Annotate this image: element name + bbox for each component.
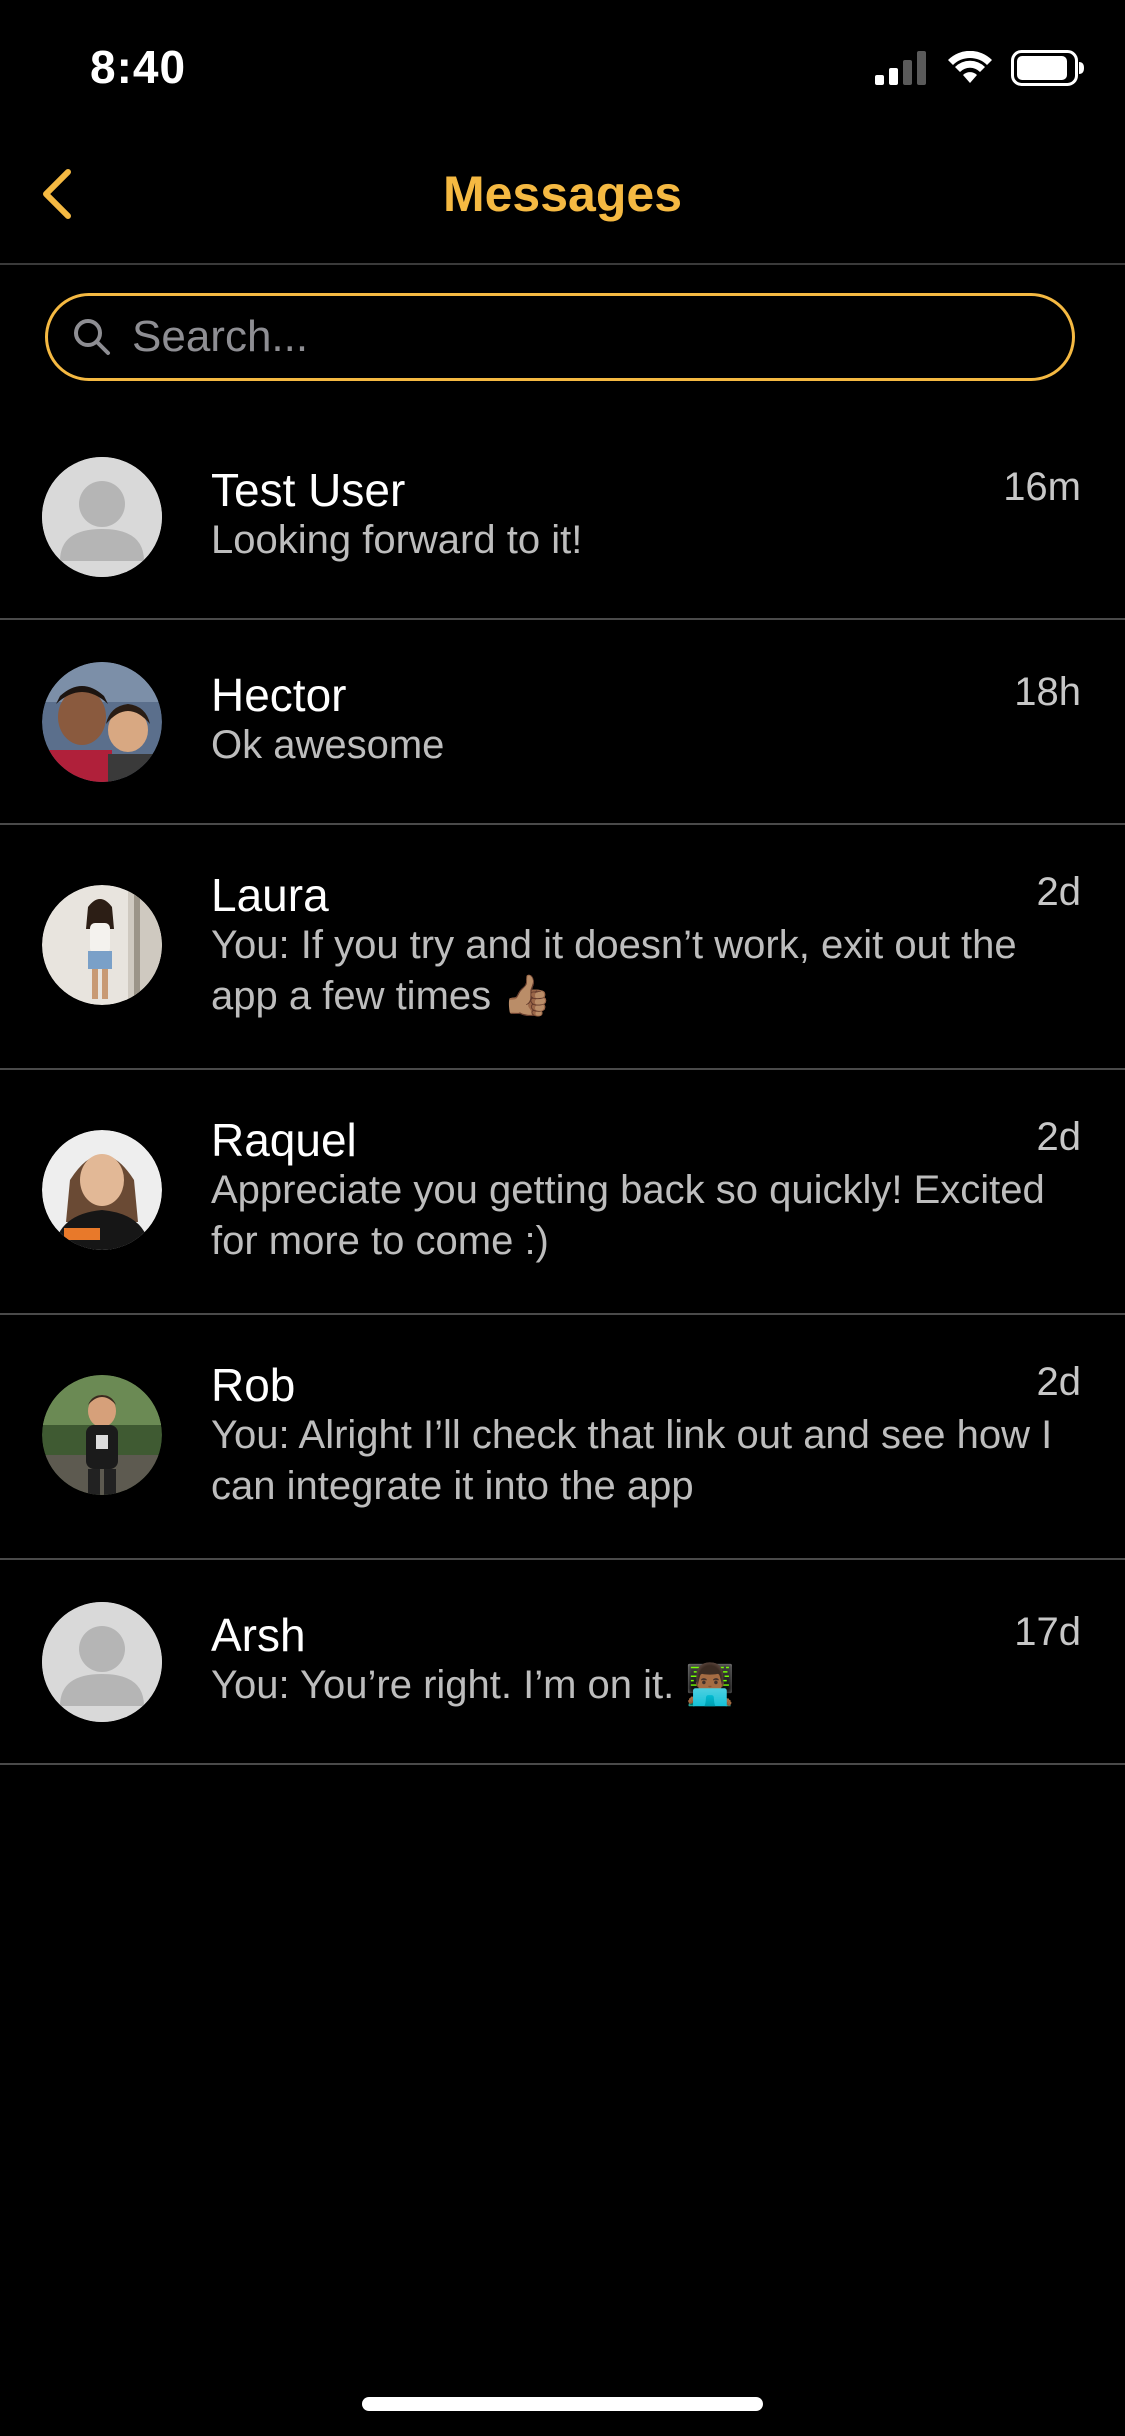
message-preview: You: You’re right. I’m on it. 👨🏾‍💻 xyxy=(211,1663,736,1707)
message-time: 17d xyxy=(1014,1610,1081,1654)
avatar xyxy=(42,662,162,782)
conversation-row[interactable]: Hector Ok awesome 18h xyxy=(0,620,1125,825)
conversation-row[interactable]: Test User Looking forward to it! 16m xyxy=(0,415,1125,620)
avatar xyxy=(42,885,162,1005)
message-time: 2d xyxy=(1036,870,1082,914)
avatar xyxy=(42,457,162,577)
conversation-row[interactable]: Laura You: If you try and it doesn’t wor… xyxy=(0,825,1125,1070)
message-preview: Looking forward to it! xyxy=(211,518,583,562)
search-bar xyxy=(45,293,1075,381)
status-bar: 8:40 xyxy=(0,0,1125,135)
search-icon xyxy=(68,313,116,361)
contact-name: Arsh xyxy=(211,1609,306,1661)
battery-icon xyxy=(1011,50,1085,91)
contact-name: Rob xyxy=(211,1359,296,1411)
message-preview: You: If you try and it doesn’t work, exi… xyxy=(211,923,1017,1018)
avatar xyxy=(42,1602,162,1722)
home-indicator[interactable] xyxy=(362,2397,763,2411)
message-time: 2d xyxy=(1036,1360,1082,1404)
message-time: 16m xyxy=(1003,465,1081,509)
message-preview: Ok awesome xyxy=(211,723,445,767)
message-time: 2d xyxy=(1036,1115,1082,1159)
wifi-icon xyxy=(947,50,993,90)
nav-bar: Messages xyxy=(0,135,1125,265)
search-input[interactable] xyxy=(132,312,1072,362)
message-time: 18h xyxy=(1014,670,1081,714)
conversation-list: Test User Looking forward to it! 16m Hec… xyxy=(0,415,1125,1765)
conversation-row[interactable]: Raquel Appreciate you getting back so qu… xyxy=(0,1070,1125,1315)
contact-name: Test User xyxy=(211,464,406,516)
avatar xyxy=(42,1375,162,1495)
contact-name: Laura xyxy=(211,869,329,921)
contact-name: Raquel xyxy=(211,1114,357,1166)
status-icons xyxy=(875,50,1085,91)
contact-name: Hector xyxy=(211,669,347,721)
avatar xyxy=(42,1130,162,1250)
signal-icon xyxy=(875,51,929,90)
conversation-row[interactable]: Rob You: Alright I’ll check that link ou… xyxy=(0,1315,1125,1560)
page-title: Messages xyxy=(442,166,683,222)
message-preview: Appreciate you getting back so quickly! … xyxy=(211,1168,1045,1263)
status-time: 8:40 xyxy=(90,41,187,93)
message-preview: You: Alright I’ll check that link out an… xyxy=(211,1413,1053,1508)
conversation-row[interactable]: Arsh You: You’re right. I’m on it. 👨🏾‍💻 … xyxy=(0,1560,1125,1765)
